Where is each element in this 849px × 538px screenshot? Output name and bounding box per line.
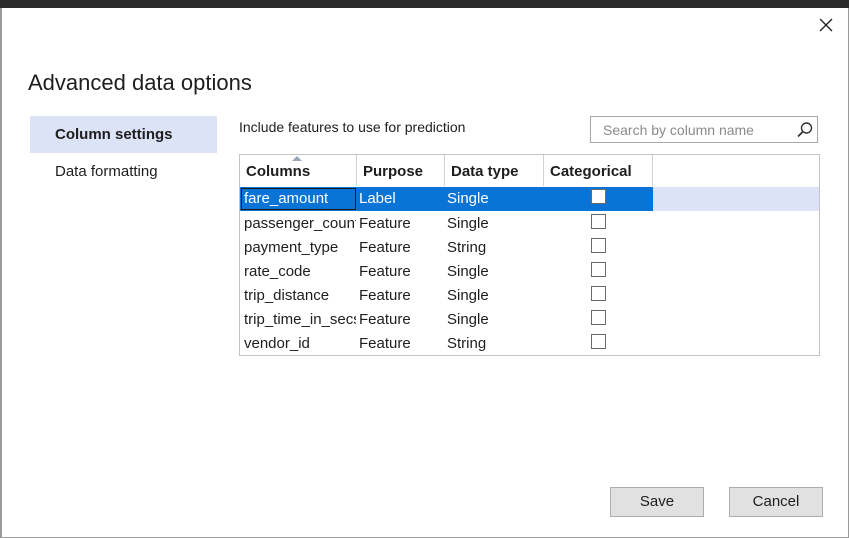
cell-purpose[interactable]: Label [359, 187, 443, 211]
save-button[interactable]: Save [610, 487, 704, 517]
categorical-checkbox[interactable] [591, 310, 606, 325]
cell-data-type[interactable]: Single [447, 284, 542, 308]
cell-purpose[interactable]: Feature [359, 212, 443, 236]
instruction-text: Include features to use for prediction [239, 119, 466, 135]
cell-data-type[interactable]: Single [447, 212, 542, 236]
categorical-checkbox[interactable] [591, 334, 606, 349]
search-input[interactable] [591, 117, 799, 142]
header-columns[interactable]: Columns [240, 155, 357, 186]
header-purpose-label: Purpose [363, 163, 424, 180]
categorical-checkbox[interactable] [591, 189, 606, 204]
cell-column[interactable]: fare_amount [244, 187, 356, 211]
categorical-checkbox[interactable] [591, 214, 606, 229]
table-row[interactable]: rate_code Feature Single [240, 260, 819, 284]
window-left-border [0, 8, 2, 538]
cell-column[interactable]: rate_code [244, 260, 356, 284]
header-columns-label: Columns [246, 163, 311, 180]
cell-column[interactable]: trip_time_in_secs [244, 308, 356, 332]
window-top-bar [0, 0, 849, 8]
cell-purpose[interactable]: Feature [359, 332, 443, 356]
table-row[interactable]: trip_distance Feature Single [240, 284, 819, 308]
header-categorical-label: Categorical [550, 163, 632, 180]
header-data-type[interactable]: Data type [445, 155, 544, 186]
cell-purpose[interactable]: Feature [359, 236, 443, 260]
cell-data-type[interactable]: Single [447, 187, 542, 211]
cell-column[interactable]: trip_distance [244, 284, 356, 308]
cell-data-type[interactable]: Single [447, 260, 542, 284]
cell-column[interactable]: payment_type [244, 236, 356, 260]
dialog-title: Advanced data options [28, 70, 252, 95]
header-categorical[interactable]: Categorical [544, 155, 653, 186]
close-icon [819, 18, 833, 32]
search-icon[interactable] [796, 121, 814, 139]
categorical-checkbox[interactable] [591, 238, 606, 253]
cell-data-type[interactable]: String [447, 236, 542, 260]
table-row[interactable]: vendor_id Feature String [240, 332, 819, 356]
cell-column[interactable]: passenger_count [244, 212, 356, 236]
nav-item-column-settings[interactable]: Column settings [30, 116, 217, 153]
header-purpose[interactable]: Purpose [357, 155, 445, 186]
nav-item-data-formatting[interactable]: Data formatting [30, 153, 217, 190]
header-data-type-label: Data type [451, 163, 519, 180]
cell-purpose[interactable]: Feature [359, 284, 443, 308]
table-row[interactable]: passenger_count Feature Single [240, 212, 819, 236]
sort-ascending-icon [292, 156, 302, 161]
table-row[interactable]: payment_type Feature String [240, 236, 819, 260]
categorical-checkbox[interactable] [591, 286, 606, 301]
cancel-button[interactable]: Cancel [729, 487, 823, 517]
close-button[interactable] [812, 12, 840, 38]
columns-grid: Columns Purpose Data type Categorical fa… [239, 154, 820, 356]
cell-purpose[interactable]: Feature [359, 260, 443, 284]
table-row[interactable]: trip_time_in_secs Feature Single [240, 308, 819, 332]
table-row[interactable]: fare_amount Label Single [240, 187, 819, 211]
cell-data-type[interactable]: String [447, 332, 542, 356]
side-nav: Column settings Data formatting [30, 116, 217, 190]
categorical-checkbox[interactable] [591, 262, 606, 277]
cell-purpose[interactable]: Feature [359, 308, 443, 332]
grid-header: Columns Purpose Data type Categorical [240, 155, 819, 186]
search-box [590, 116, 818, 143]
cell-data-type[interactable]: Single [447, 308, 542, 332]
cell-column[interactable]: vendor_id [244, 332, 356, 356]
